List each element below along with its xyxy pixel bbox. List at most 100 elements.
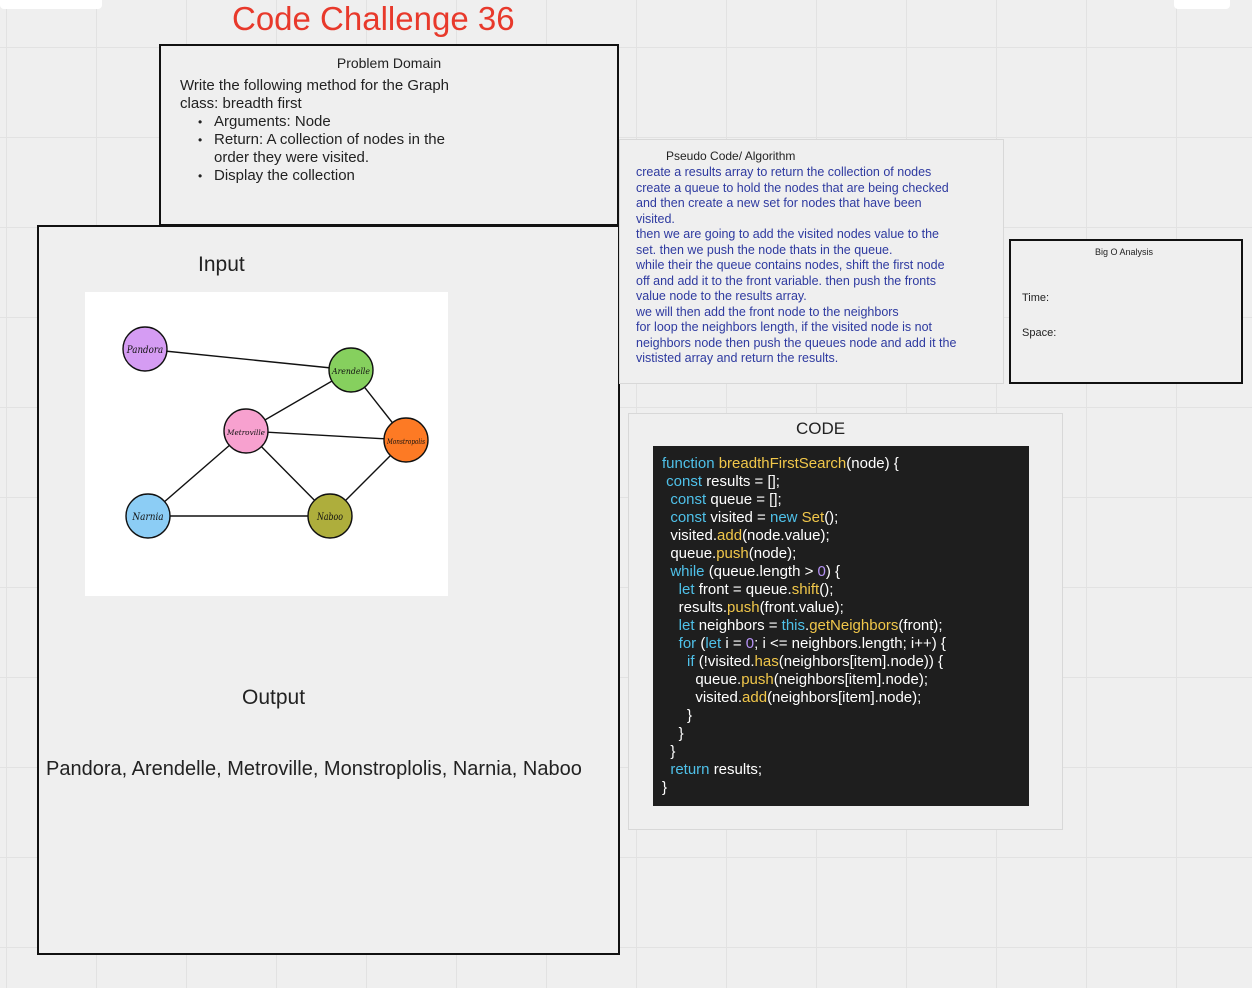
pseudo-line: while their the queue contains nodes, sh… <box>636 258 945 272</box>
code-line: if (!visited.has(neighbors[item].node)) … <box>662 653 946 671</box>
graph-node-label-narnia: Narnia <box>132 512 164 523</box>
problem-domain-heading: Problem Domain <box>336 55 442 71</box>
graph-node-label-naboo: Naboo <box>316 512 343 523</box>
code-line: visited.add(neighbors[item].node); <box>662 689 946 707</box>
code-token: i = <box>725 635 746 652</box>
code-line: const visited = new Set(); <box>662 509 946 527</box>
code-token: (neighbors[item].node); <box>773 671 928 688</box>
bullet-return: Return: A collection of nodes in the ord… <box>198 131 480 167</box>
bullet-display: Display the collection <box>198 167 480 185</box>
pseudo-line: create a queue to hold the nodes that ar… <box>636 180 949 195</box>
graph-node-label-arendelle: Arendelle <box>331 367 370 376</box>
code-token: push <box>716 545 749 562</box>
code-token: while <box>662 563 709 580</box>
code-token: (); <box>819 581 834 598</box>
graph-node-label-metroville: Metroville <box>226 429 265 437</box>
graph-node-label-monstropolis: Monstropolis <box>386 438 425 446</box>
pseudo-code-heading: Pseudo Code/ Algorithm <box>666 149 796 163</box>
code-token: neighbors = <box>698 617 782 634</box>
code-line: let neighbors = this.getNeighbors(front)… <box>662 617 946 635</box>
top-right-tab <box>1174 0 1230 9</box>
code-token: return <box>662 761 714 778</box>
problem-domain-card[interactable]: Problem Domain Write the following metho… <box>159 44 619 226</box>
code-label: CODE <box>796 419 846 438</box>
code-token: queue = []; <box>710 491 782 508</box>
pseudo-line: value node to the results array. <box>636 289 807 303</box>
bullet-arguments: Arguments: Node <box>198 113 480 131</box>
pseudo-line: for loop the neighbors length, if the vi… <box>636 320 933 334</box>
pseudo-line: then we are going to add the visited nod… <box>636 227 939 241</box>
pseudo-code-text: create a results array to return the col… <box>636 165 996 367</box>
code-line: } <box>662 779 946 797</box>
code-token: front = queue. <box>698 581 792 598</box>
code-token: (front.value); <box>759 599 844 616</box>
output-label: Output <box>242 686 306 709</box>
code-line: function breadthFirstSearch(node) { <box>662 455 946 473</box>
pseudo-line: off and add it to the front variable. th… <box>636 273 936 288</box>
code-line: } <box>662 725 946 743</box>
code-token: (neighbors[item].node)) { <box>778 653 943 670</box>
code-token: 0 <box>817 563 826 580</box>
code-token: this <box>781 617 806 634</box>
graph-node-label-pandora: Pandora <box>126 345 163 356</box>
code-line: } <box>662 743 946 761</box>
code-token: queue. <box>662 545 717 562</box>
pseudo-line: we will then add the front node to the n… <box>636 304 899 319</box>
code-token: Set <box>801 509 825 526</box>
code-line: return results; <box>662 761 946 779</box>
code-token: (!visited. <box>698 653 755 670</box>
code-token: ; i <= neighbors.length; i++) { <box>754 635 946 652</box>
graph-edge-pandora-arendelle <box>144 348 352 371</box>
output-text: Pandora, Arendelle, Metroville, Monstrop… <box>46 758 582 780</box>
code-token: const <box>662 473 707 490</box>
code-lines: function breadthFirstSearch(node) { cons… <box>662 455 946 797</box>
code-token: results; <box>713 761 763 778</box>
graph-diagram[interactable]: Pandora Arendelle Metroville Monstropolis Na… <box>85 292 448 596</box>
code-token: } <box>662 725 684 742</box>
code-token: has <box>754 653 779 670</box>
code-token: } <box>662 743 676 760</box>
graph-edge-metroville-monstropolis <box>245 430 407 441</box>
code-token: results. <box>662 599 728 616</box>
top-left-tab <box>0 0 102 9</box>
code-token: results = []; <box>706 473 780 490</box>
code-token: visited. <box>662 527 718 544</box>
problem-description: Write the following method for the Graph… <box>180 77 450 112</box>
graph-svg: Pandora Arendelle Metroville Monstropolis Na… <box>122 326 429 539</box>
code-token: breadthFirstSearch <box>718 455 847 472</box>
code-line: results.push(front.value); <box>662 599 946 617</box>
code-token: getNeighbors <box>809 617 899 634</box>
pseudo-line: vististed array and return the results. <box>636 351 839 365</box>
page-title: Code Challenge 36 <box>232 0 515 37</box>
code-line: const results = []; <box>662 473 946 491</box>
pseudo-line: create a results array to return the col… <box>636 165 932 179</box>
pseudo-line: visited. <box>636 211 675 226</box>
code-token: (front); <box>898 617 943 634</box>
code-token: 0 <box>745 635 755 652</box>
code-token: let <box>662 581 699 598</box>
code-token: const <box>662 491 711 508</box>
code-token: (node) { <box>846 455 899 472</box>
big-o-space-label: Space: <box>1022 327 1057 339</box>
input-label: Input <box>198 253 245 276</box>
big-o-heading: Big O Analysis <box>1095 247 1154 257</box>
code-token: shift <box>791 581 820 598</box>
code-token: } <box>662 707 693 724</box>
code-token: visited. <box>662 689 743 706</box>
pseudo-line: and then create a new set for nodes that… <box>636 196 922 210</box>
code-token: } <box>662 779 668 796</box>
code-token: add <box>742 689 768 706</box>
big-o-card[interactable] <box>1009 239 1243 384</box>
code-token: let <box>662 617 699 634</box>
code-line: let front = queue.shift(); <box>662 581 946 599</box>
code-token: (queue.length > <box>708 563 818 580</box>
code-token: add <box>717 527 743 544</box>
code-token: new <box>769 509 802 526</box>
code-token: (neighbors[item].node); <box>767 689 922 706</box>
code-line: visited.add(node.value); <box>662 527 946 545</box>
problem-bullet-list: Arguments: Node Return: A collection of … <box>180 113 480 185</box>
code-token: if <box>662 653 699 670</box>
code-token: for <box>662 635 701 652</box>
code-token: queue. <box>662 671 742 688</box>
code-block[interactable]: function breadthFirstSearch(node) { cons… <box>653 446 1029 806</box>
